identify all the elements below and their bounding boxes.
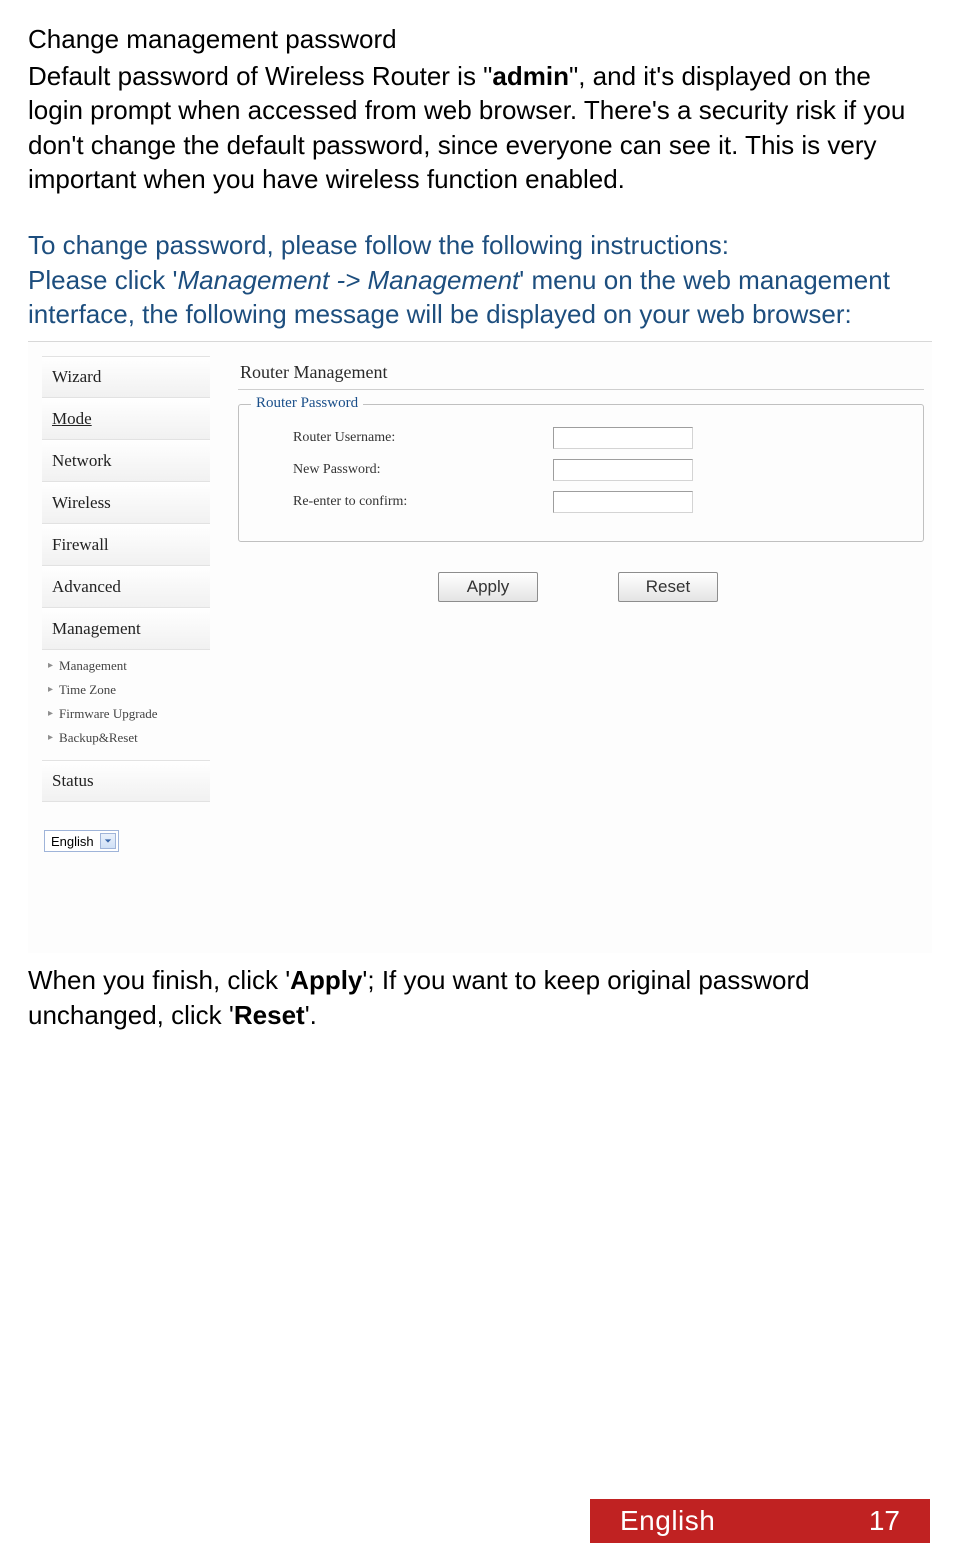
language-select[interactable]: English — [44, 830, 119, 852]
sidebar-item-label: Advanced — [52, 577, 121, 597]
sub-item-management[interactable]: ▸ Management — [46, 654, 210, 678]
reset-word: Reset — [234, 1000, 305, 1030]
sidebar-item-label: Network — [52, 451, 111, 471]
sub-item-backup[interactable]: ▸ Backup&Reset — [46, 726, 210, 750]
sidebar-item-label: Wireless — [52, 493, 111, 513]
label-username: Router Username: — [253, 430, 553, 446]
sidebar: Wizard Mode Network Wireless Firewall Ad… — [42, 356, 210, 953]
sub-item-label: Firmware Upgrade — [59, 706, 158, 722]
chevron-down-icon — [100, 833, 116, 849]
sidebar-item-label: Status — [52, 771, 94, 791]
button-row: Apply Reset — [238, 572, 924, 602]
intro-paragraph: Default password of Wireless Router is "… — [28, 59, 932, 196]
apply-word: Apply — [290, 965, 362, 995]
bullet-icon: ▸ — [48, 661, 53, 671]
footer-bar: English 17 — [590, 1499, 930, 1543]
label-new-password: New Password: — [253, 462, 553, 478]
footer-language: English — [620, 1505, 715, 1537]
closing-pre1: When you finish, click ' — [28, 965, 290, 995]
bullet-icon: ▸ — [48, 733, 53, 743]
sidebar-item-advanced[interactable]: Advanced — [42, 566, 210, 608]
management-path: Management -> Management — [177, 265, 519, 295]
sidebar-item-label: Wizard — [52, 367, 101, 387]
sidebar-item-mode[interactable]: Mode — [42, 398, 210, 440]
closing-post: '. — [305, 1000, 317, 1030]
form-row-confirm: Re-enter to confirm: — [253, 491, 909, 513]
input-username[interactable] — [553, 427, 693, 449]
blue-line2-pre: Please click ' — [28, 265, 177, 295]
apply-button[interactable]: Apply — [438, 572, 538, 602]
sidebar-item-network[interactable]: Network — [42, 440, 210, 482]
section-title: Change management password — [28, 22, 932, 57]
intro-pre: Default password of Wireless Router is " — [28, 61, 492, 91]
sidebar-item-firewall[interactable]: Firewall — [42, 524, 210, 566]
sub-item-label: Backup&Reset — [59, 730, 138, 746]
router-password-fieldset: Router Password Router Username: New Pas… — [238, 404, 924, 542]
router-screenshot: Wizard Mode Network Wireless Firewall Ad… — [28, 341, 932, 953]
admin-word: admin — [492, 61, 569, 91]
sub-item-label: Time Zone — [59, 682, 116, 698]
sidebar-item-status[interactable]: Status — [42, 760, 210, 802]
sidebar-item-wireless[interactable]: Wireless — [42, 482, 210, 524]
reset-button[interactable]: Reset — [618, 572, 718, 602]
sub-item-firmware[interactable]: ▸ Firmware Upgrade — [46, 702, 210, 726]
footer-page-number: 17 — [869, 1505, 900, 1537]
form-row-new-password: New Password: — [253, 459, 909, 481]
instruction-paragraph: To change password, please follow the fo… — [28, 228, 932, 331]
bullet-icon: ▸ — [48, 709, 53, 719]
sidebar-item-label: Management — [52, 619, 141, 639]
sidebar-item-wizard[interactable]: Wizard — [42, 356, 210, 398]
sidebar-sub-items: ▸ Management ▸ Time Zone ▸ Firmware Upgrade… — [42, 650, 210, 760]
input-confirm[interactable] — [553, 491, 693, 513]
sub-item-label: Management — [59, 658, 127, 674]
language-selected: English — [51, 834, 94, 849]
label-confirm: Re-enter to confirm: — [253, 494, 553, 510]
bullet-icon: ▸ — [48, 685, 53, 695]
blue-line1: To change password, please follow the fo… — [28, 230, 729, 260]
sub-item-timezone[interactable]: ▸ Time Zone — [46, 678, 210, 702]
form-row-username: Router Username: — [253, 427, 909, 449]
sidebar-item-label: Firewall — [52, 535, 109, 555]
sidebar-item-label: Mode — [52, 409, 92, 429]
panel-title: Router Management — [238, 356, 924, 390]
input-new-password[interactable] — [553, 459, 693, 481]
main-panel: Router Management Router Password Router… — [238, 356, 932, 953]
sidebar-item-management[interactable]: Management — [42, 608, 210, 650]
fieldset-legend: Router Password — [251, 395, 363, 412]
closing-paragraph: When you finish, click 'Apply'; If you w… — [28, 963, 932, 1032]
